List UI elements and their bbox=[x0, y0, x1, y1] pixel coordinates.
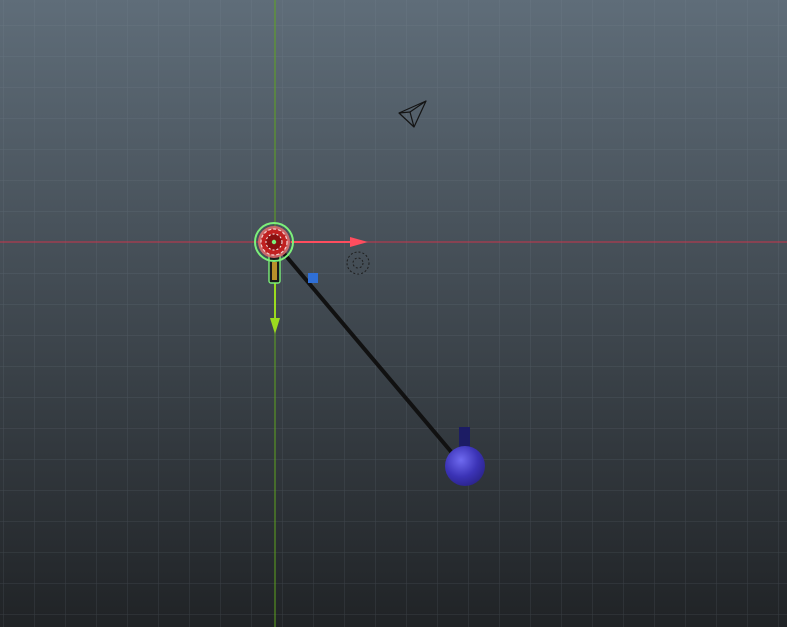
bob-handle[interactable] bbox=[459, 427, 470, 449]
move-z-handle[interactable] bbox=[308, 273, 318, 283]
viewport-grid bbox=[0, 0, 787, 627]
viewport[interactable] bbox=[0, 0, 787, 627]
sphere-icon[interactable] bbox=[445, 446, 485, 486]
viewport-canvas[interactable] bbox=[0, 0, 787, 627]
